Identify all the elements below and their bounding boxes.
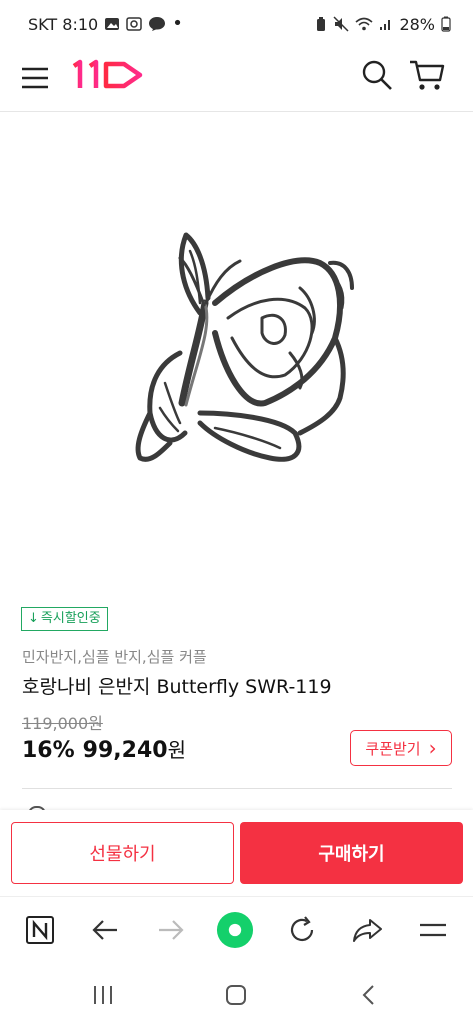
menu-icon	[420, 923, 446, 937]
butterfly-ring-image	[135, 232, 354, 462]
search-button[interactable]	[360, 58, 394, 92]
refresh-button[interactable]	[283, 911, 321, 949]
share-icon	[353, 919, 382, 942]
badge-label: 즉시할인중	[40, 611, 101, 626]
status-bar: SKT 8:10 • 28%	[0, 0, 473, 48]
discount-rate: 16%	[22, 738, 75, 763]
browser-menu-button[interactable]	[414, 911, 452, 949]
recents-icon	[94, 986, 112, 1004]
original-price: 119,000원	[22, 714, 103, 733]
coupon-label: 쿠폰받기	[365, 739, 421, 758]
naver-home-icon	[26, 916, 54, 944]
browser-back-button[interactable]	[86, 911, 124, 949]
logo-icon	[72, 59, 143, 89]
refresh-icon	[290, 916, 314, 942]
carrier-time: SKT 8:10	[28, 14, 99, 34]
cart-icon	[410, 60, 445, 90]
battery-icon	[441, 16, 451, 32]
purchase-action-bar: 선물하기 구매하기	[0, 810, 473, 896]
chevron-right-icon: ›	[428, 736, 437, 760]
share-button[interactable]	[348, 911, 386, 949]
status-right: 28%	[315, 15, 451, 34]
battery-percent: 28%	[399, 14, 435, 34]
coupon-button[interactable]: 쿠폰받기 ›	[350, 730, 452, 766]
product-title: 호랑나비 은반지 Butterfly SWR-119	[22, 676, 332, 698]
battery-saver-icon	[317, 17, 326, 31]
badge-arrow-icon: ↓	[28, 611, 39, 626]
product-image[interactable]	[0, 113, 473, 593]
hamburger-menu-button[interactable]	[20, 63, 50, 93]
sale-price-value: 99,240	[82, 738, 168, 763]
browser-toolbar	[0, 896, 473, 962]
home-icon	[226, 985, 246, 1005]
hamburger-icon	[22, 67, 48, 89]
back-arrow-icon	[92, 920, 117, 940]
search-icon	[362, 60, 392, 90]
forward-arrow-icon	[159, 920, 184, 940]
buy-button[interactable]: 구매하기	[240, 822, 463, 884]
signal-icon	[380, 20, 391, 30]
recents-button[interactable]	[88, 980, 118, 1010]
eleven-street-logo[interactable]	[68, 56, 148, 92]
instant-discount-badge: ↓ 즉시할인중	[21, 607, 108, 631]
sale-price-row: 16% 99,240원	[22, 734, 186, 763]
camera-notification-icon	[126, 17, 142, 31]
cart-button[interactable]	[408, 56, 446, 94]
price-unit: 원	[167, 738, 186, 762]
more-dot-icon: •	[172, 13, 183, 34]
wifi-icon	[355, 17, 373, 31]
sale-price: 99,240원	[83, 734, 186, 763]
green-dot-button[interactable]	[216, 911, 254, 949]
status-left: SKT 8:10 •	[28, 15, 183, 34]
green-dot-icon	[216, 911, 254, 949]
app-header	[0, 48, 473, 112]
mute-icon	[333, 16, 349, 32]
section-divider	[22, 788, 452, 789]
gallery-icon	[105, 18, 120, 30]
home-button[interactable]	[221, 980, 251, 1010]
chat-bubble-icon	[149, 17, 166, 31]
system-navigation-bar	[0, 962, 473, 1024]
product-category[interactable]: 민자반지,심플 반지,심플 커플	[22, 646, 207, 667]
naver-home-button[interactable]	[21, 911, 59, 949]
gift-button[interactable]: 선물하기	[11, 822, 234, 884]
browser-forward-button[interactable]	[152, 911, 190, 949]
system-back-icon	[362, 985, 374, 1005]
system-back-button[interactable]	[354, 980, 384, 1010]
